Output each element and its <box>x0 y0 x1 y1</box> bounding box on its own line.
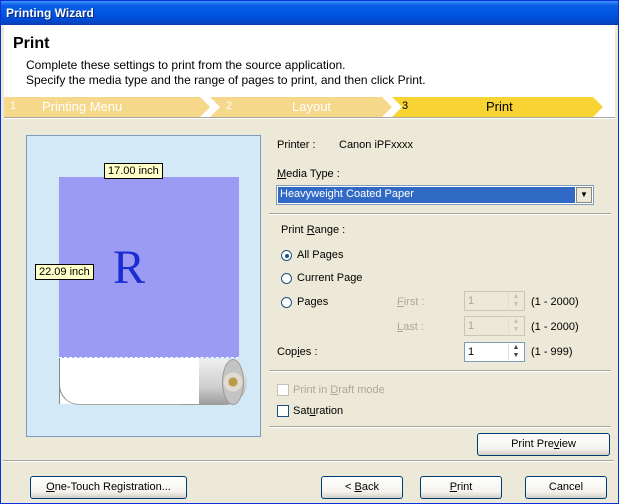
draft-mode-label: Print in Draft mode <box>293 384 385 396</box>
btn-text-prefix: Print Pre <box>511 438 554 450</box>
saturation-prefix: Sat <box>293 405 310 417</box>
roll-paper-curve <box>59 373 179 405</box>
saturation-rest: ration <box>315 405 344 417</box>
chevron-down-icon[interactable]: ▼ <box>576 187 592 203</box>
height-label: 22.09 inch <box>35 264 94 280</box>
step-number: 1 <box>10 100 17 112</box>
header-description-line-1: Complete these settings to print from th… <box>26 58 346 72</box>
print-range-accel: R <box>306 224 315 236</box>
print-range-rest: ange : <box>314 224 346 236</box>
section-divider <box>269 426 611 428</box>
btn-text-accel: O <box>46 481 55 493</box>
btn-text-rest: ne-Touch Registration... <box>54 481 171 493</box>
page-title: Print <box>13 35 50 52</box>
media-type-label-text: edia Type : <box>286 168 340 180</box>
last-page-value: 1 <box>468 320 475 332</box>
step-printing-menu: 1 Printing Menu <box>4 97 210 117</box>
preview-letter: R <box>113 241 146 294</box>
btn-text-rest: rint <box>457 481 473 493</box>
pages-label: Pages <box>297 296 329 308</box>
saturation-label: Saturation <box>293 405 343 417</box>
radio-all-pages[interactable] <box>281 250 292 261</box>
spin-arrows-icon[interactable]: ▲ ▼ <box>508 293 523 309</box>
btn-text-accel: P <box>449 481 458 493</box>
spin-arrows-icon[interactable]: ▲ ▼ <box>508 344 523 360</box>
header-description-line-2: Specify the media type and the range of … <box>26 73 426 87</box>
current-page-label: Current Page <box>297 272 363 284</box>
media-type-value: Heavyweight Coated Paper <box>278 187 575 203</box>
print-button[interactable]: Print <box>420 476 502 499</box>
print-preview-button[interactable]: Print Preview <box>477 433 610 456</box>
last-rest: ast : <box>403 321 424 333</box>
saturation-checkbox[interactable] <box>277 405 289 417</box>
width-label: 17.00 inch <box>104 163 163 179</box>
step-label: Print <box>486 99 513 114</box>
first-page-stepper[interactable]: 1 ▲ ▼ <box>464 291 525 311</box>
radio-current-page[interactable] <box>281 273 292 284</box>
media-type-accel: M <box>277 168 287 180</box>
last-page-label: Last : <box>397 321 424 333</box>
roll-core-icon <box>222 359 244 405</box>
copies-value: 1 <box>468 346 475 358</box>
btn-text-prefix: < <box>345 481 355 493</box>
copies-range: (1 - 999) <box>531 346 573 358</box>
step-label: Layout <box>292 99 332 114</box>
draft-prefix: Print in <box>293 384 331 396</box>
last-page-range: (1 - 2000) <box>531 321 579 333</box>
back-button[interactable]: < Back <box>321 476 403 499</box>
first-page-range: (1 - 2000) <box>531 296 579 308</box>
draft-mode-checkbox[interactable] <box>277 384 289 396</box>
first-page-label: First : <box>397 296 425 308</box>
spin-arrows-icon[interactable]: ▲ ▼ <box>508 318 523 334</box>
section-divider <box>269 370 611 372</box>
print-range-prefix: Print <box>281 224 307 236</box>
cancel-button[interactable]: Cancel <box>525 476 607 499</box>
btn-text-accel: B <box>354 481 362 493</box>
step-number: 3 <box>402 100 409 112</box>
media-type-select[interactable]: Heavyweight Coated Paper ▼ <box>276 185 594 205</box>
first-accel: F <box>397 296 404 308</box>
step-number: 2 <box>226 100 233 112</box>
step-layout: 2 Layout <box>210 97 392 117</box>
section-divider <box>269 213 611 215</box>
first-page-value: 1 <box>468 295 475 307</box>
window-title: Printing Wizard <box>6 6 94 20</box>
step-label: Printing Menu <box>42 99 123 114</box>
btn-text-rest: ack <box>361 481 379 493</box>
step-print: 3 Print <box>392 97 603 117</box>
copies-label: Copies : <box>277 346 317 358</box>
btn-text-rest: iew <box>559 438 576 450</box>
copies-stepper[interactable]: 1 ▲ ▼ <box>464 342 525 362</box>
radio-pages[interactable] <box>281 297 292 308</box>
title-bar: Printing Wizard <box>1 1 618 25</box>
all-pages-label: All Pages <box>297 249 344 261</box>
printer-name: Canon iPFxxxx <box>339 139 413 151</box>
one-touch-registration-button[interactable]: One-Touch Registration... <box>30 476 187 499</box>
footer-separator <box>3 460 614 462</box>
media-type-label: Media Type : <box>277 168 340 180</box>
cut-line <box>59 357 239 358</box>
draft-rest: raft mode <box>338 384 385 396</box>
wizard-steps: 1 Printing Menu 2 Layout 3 Print <box>4 97 615 117</box>
header-separator <box>4 117 615 119</box>
copies-rest: es : <box>299 346 318 358</box>
copies-prefix: Cop <box>277 346 298 358</box>
printer-label: Printer : <box>277 139 316 151</box>
print-range-label: Print Range : <box>281 224 345 236</box>
last-page-stepper[interactable]: 1 ▲ ▼ <box>464 316 525 336</box>
first-rest: irst : <box>403 296 425 308</box>
